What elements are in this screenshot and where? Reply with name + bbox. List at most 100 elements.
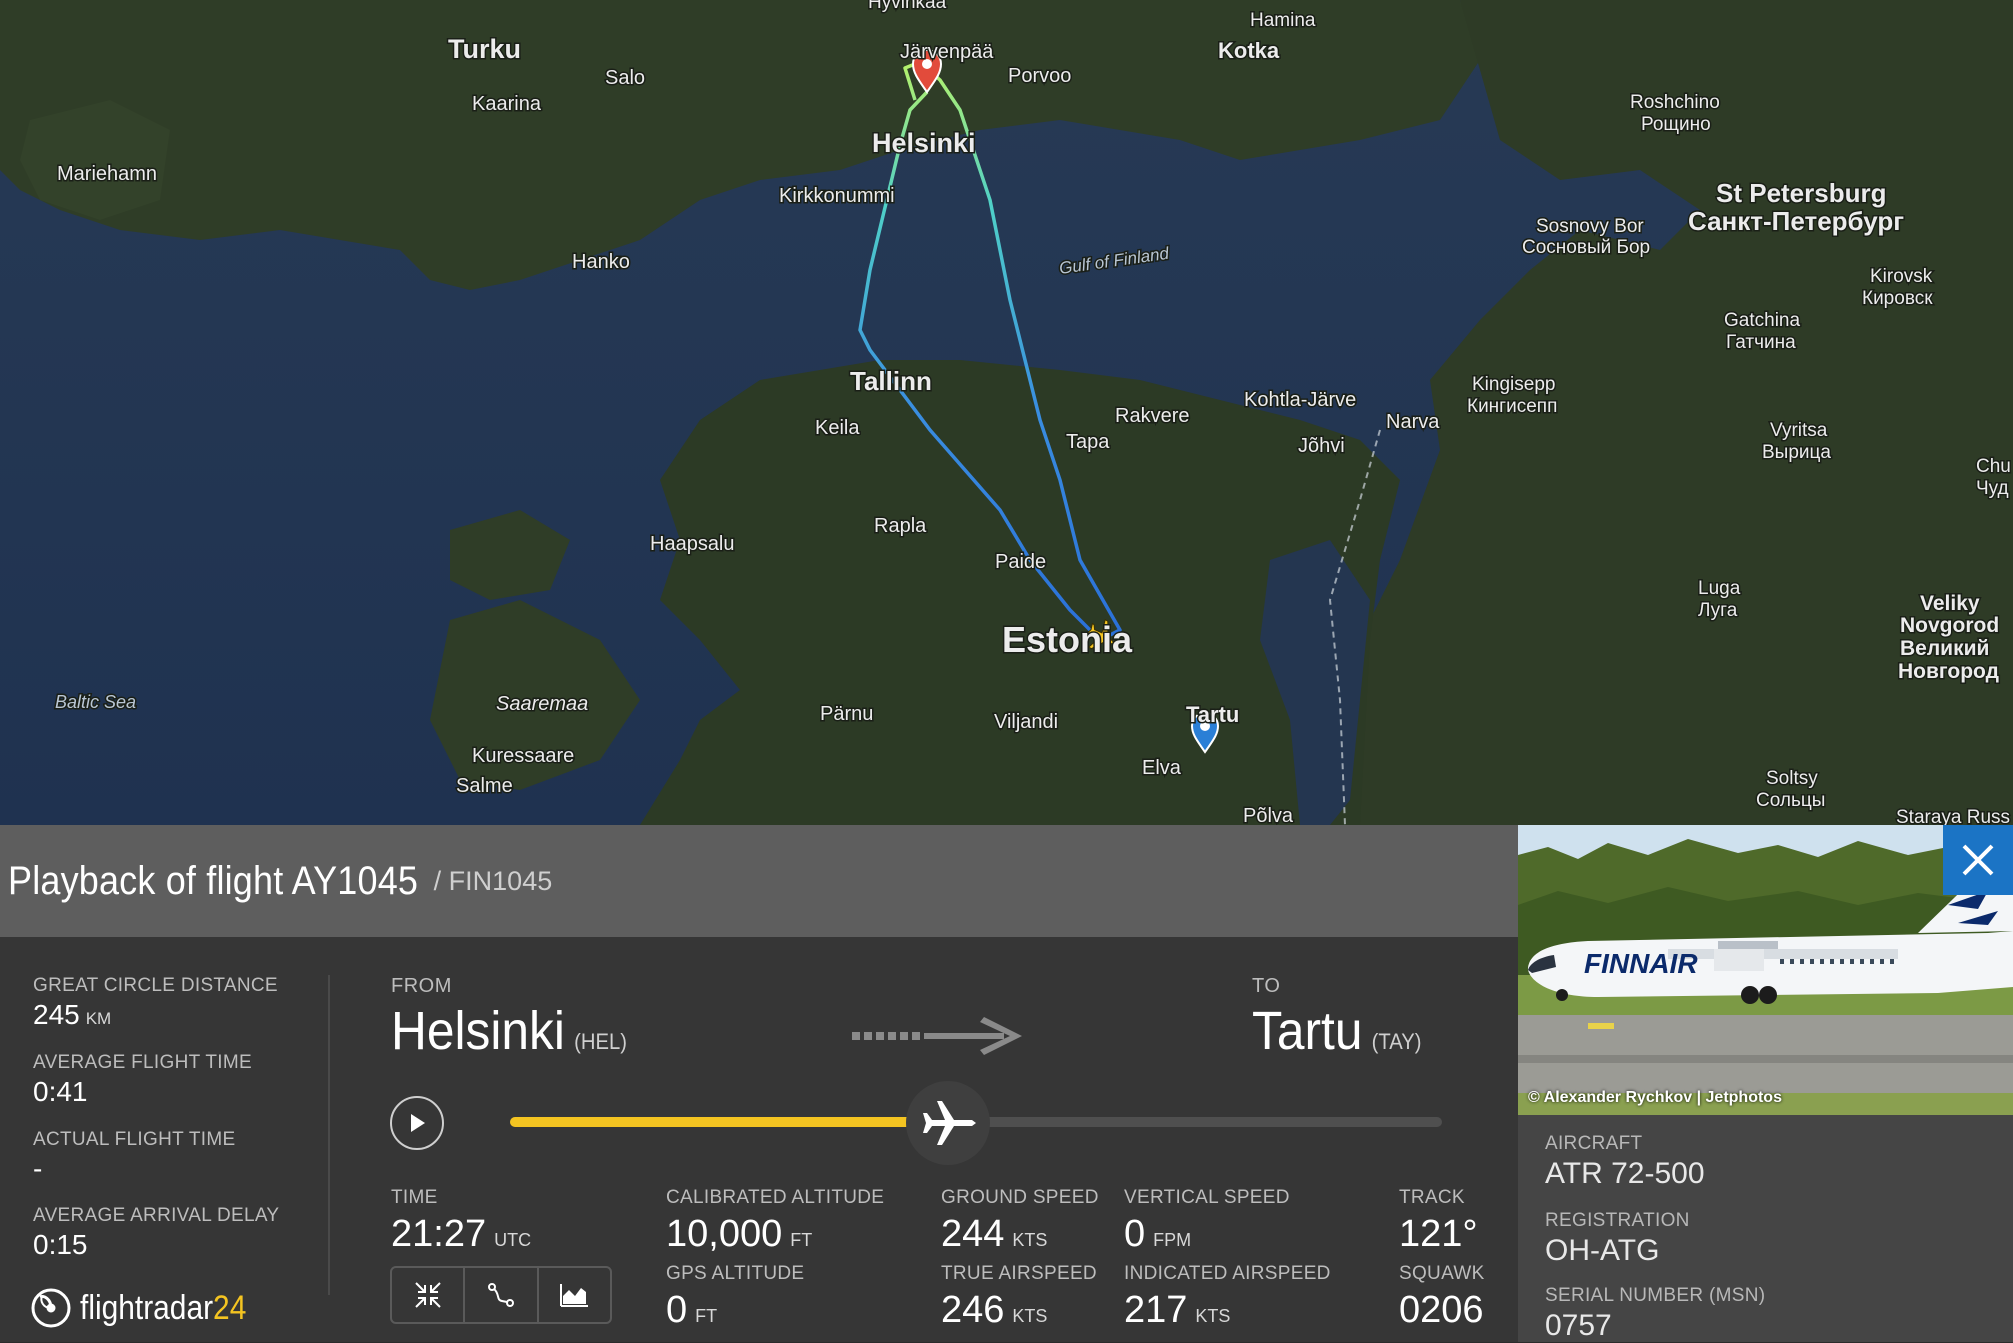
photo-credit[interactable]: © Alexander Rychkov | Jetphotos [1528,1089,1782,1107]
metric-label: CALIBRATED ALTITUDE [666,1187,885,1208]
stat-label: AVERAGE ARRIVAL DELAY [33,1205,280,1226]
map-label-rapla: Rapla [874,515,927,537]
map-label-turku: Turku [448,34,521,64]
map-label-vyritsa-ru: Вырица [1762,442,1831,463]
stat-value: 0:15 [33,1229,88,1260]
view-tools [390,1266,612,1324]
route-arrow-icon [852,1017,1022,1055]
stat-unit: KM [85,1009,112,1028]
map-label-luga: Luga [1698,578,1741,599]
playback-handle[interactable] [906,1081,991,1165]
stat-value: 0:41 [33,1076,88,1107]
map-label-parnu: Pärnu [820,703,873,725]
map-label-porvoo: Porvoo [1008,65,1071,87]
play-button[interactable] [390,1096,444,1150]
stat-value: - [33,1153,43,1184]
map-label-luga-ru: Луга [1698,600,1738,621]
aircraft-type: AIRCRAFT ATR 72-500 [1545,1133,1705,1191]
map-label-elva: Elva [1142,757,1182,779]
metric-label: GPS ALTITUDE [666,1263,805,1284]
map-label-keila: Keila [815,417,860,439]
from-label: FROM [391,975,452,997]
route-stats: GREAT CIRCLE DISTANCE 245 KM AVERAGE FLIG… [0,937,330,1342]
stat-average-flight-time: AVERAGE FLIGHT TIME 0:41 [33,1052,252,1108]
map-label-veliky: Veliky [1920,592,1980,615]
registration-label: REGISTRATION [1545,1210,1690,1231]
map-label-polva: Põlva [1243,805,1294,825]
map-label-paide: Paide [995,551,1046,573]
map-label-gatchina: Gatchina [1724,310,1800,331]
destination-code: (TAY) [1371,1029,1422,1054]
map-label-chu-ru: Чуд [1976,478,2009,499]
serial-label: SERIAL NUMBER (MSN) [1545,1285,1766,1306]
stat-average-arrival-delay: AVERAGE ARRIVAL DELAY 0:15 [33,1205,279,1261]
metric-unit: UTC [494,1230,532,1250]
map-label-stpete-ru: Санкт-Петербург [1688,206,1904,236]
map-label-soltsy-ru: Сольцы [1756,790,1825,811]
map-label-haapsalu: Haapsalu [650,533,735,555]
map-label-sosnovy-ru: Сосновый Бор [1522,237,1650,258]
metric-value: 0 [666,1289,688,1331]
metric-unit: KTS [1012,1230,1048,1250]
stat-label: AVERAGE FLIGHT TIME [33,1052,252,1073]
map-label-tallinn: Tallinn [850,366,932,396]
metric-value: 244 [941,1213,1005,1255]
callsign-subtitle: / FIN1045 [433,865,553,896]
close-button[interactable] [1943,825,2013,895]
map-label-novgorod-ru: Новгород [1898,660,1999,683]
map-label-hyvinkaa: Hyvinkää [868,0,947,13]
metric-value: 217 [1124,1289,1188,1331]
map-label-roshchino: Roshchino [1630,92,1720,113]
metric-ground-speed: GROUND SPEED 244 KTS [941,1187,1099,1256]
destination-city: Tartu (TAY) [1252,1000,1422,1062]
metric-unit: FPM [1153,1230,1192,1250]
metric-unit: FT [790,1230,813,1250]
metric-value: 10,000 [666,1213,783,1255]
origin-city-name: Helsinki [391,1001,565,1061]
map-label-kaarina: Kaarina [472,93,542,115]
route-toggle-button[interactable] [465,1268,539,1322]
playback-progress [510,1117,949,1127]
flightradar24-logo[interactable]: flightradar24 [30,1287,269,1329]
map-label-helsinki: Helsinki [872,128,976,158]
map-label-estonia: Estonia [1002,619,1133,660]
aircraft-type-label: AIRCRAFT [1545,1133,1643,1154]
metric-gps-altitude: GPS ALTITUDE 0 FT [666,1263,804,1332]
map-label-veliky-ru: Великий [1900,637,1989,660]
metric-unit: KTS [1012,1306,1048,1326]
map-label-narva: Narva [1386,411,1440,433]
logo-wordmark: flightradar [80,1288,214,1327]
metric-label: VERTICAL SPEED [1124,1187,1290,1208]
altitude-graph-button[interactable] [539,1268,610,1322]
divider [328,975,330,1295]
to-label: TO [1252,975,1281,997]
metric-value: 121° [1399,1213,1478,1255]
map-label-kuressaare: Kuressaare [472,745,574,767]
stat-label: GREAT CIRCLE DISTANCE [33,975,278,996]
metric-squawk: SQUAWK 0206 [1399,1263,1485,1332]
map-label-kirovsk-ru: Кировск [1862,288,1933,309]
aircraft-photo[interactable]: FINNAIR © Alexander Rychkov | Jetphotos [1518,825,2013,1115]
map-label-baltic: Baltic Sea [55,692,136,712]
flight-map[interactable]: Turku Salo Kaarina Mariehamn Hyvinkää Jä… [0,0,2013,825]
livery-text: FINNAIR [1584,948,1698,979]
origin-code: (HEL) [574,1029,627,1054]
stat-label: ACTUAL FLIGHT TIME [33,1129,236,1150]
metric-true-airspeed: TRUE AIRSPEED 246 KTS [941,1263,1097,1332]
collapse-view-button[interactable] [392,1268,466,1322]
map-label-salme: Salme [456,775,513,797]
map-label-hamina: Hamina [1250,10,1316,31]
metric-indicated-airspeed: INDICATED AIRSPEED 217 KTS [1124,1263,1331,1332]
map-label-roshchino-ru: Рощино [1641,114,1711,135]
title-bar: Playback of flight AY1045 / FIN1045 [0,825,1518,937]
map-label-hanko: Hanko [572,251,630,273]
map-label-kohtla: Kohtla-Järve [1244,389,1356,411]
metric-label: TRACK [1399,1187,1465,1208]
aircraft-type-value: ATR 72-500 [1545,1157,1705,1190]
logo-number: 24 [213,1288,247,1327]
serial-value: 0757 [1545,1309,1612,1342]
map-label-tapa: Tapa [1066,431,1110,453]
map-label-mariehamn: Mariehamn [57,163,157,185]
map-label-rakvere: Rakvere [1115,405,1189,427]
collapse-arrows-icon [414,1282,441,1308]
